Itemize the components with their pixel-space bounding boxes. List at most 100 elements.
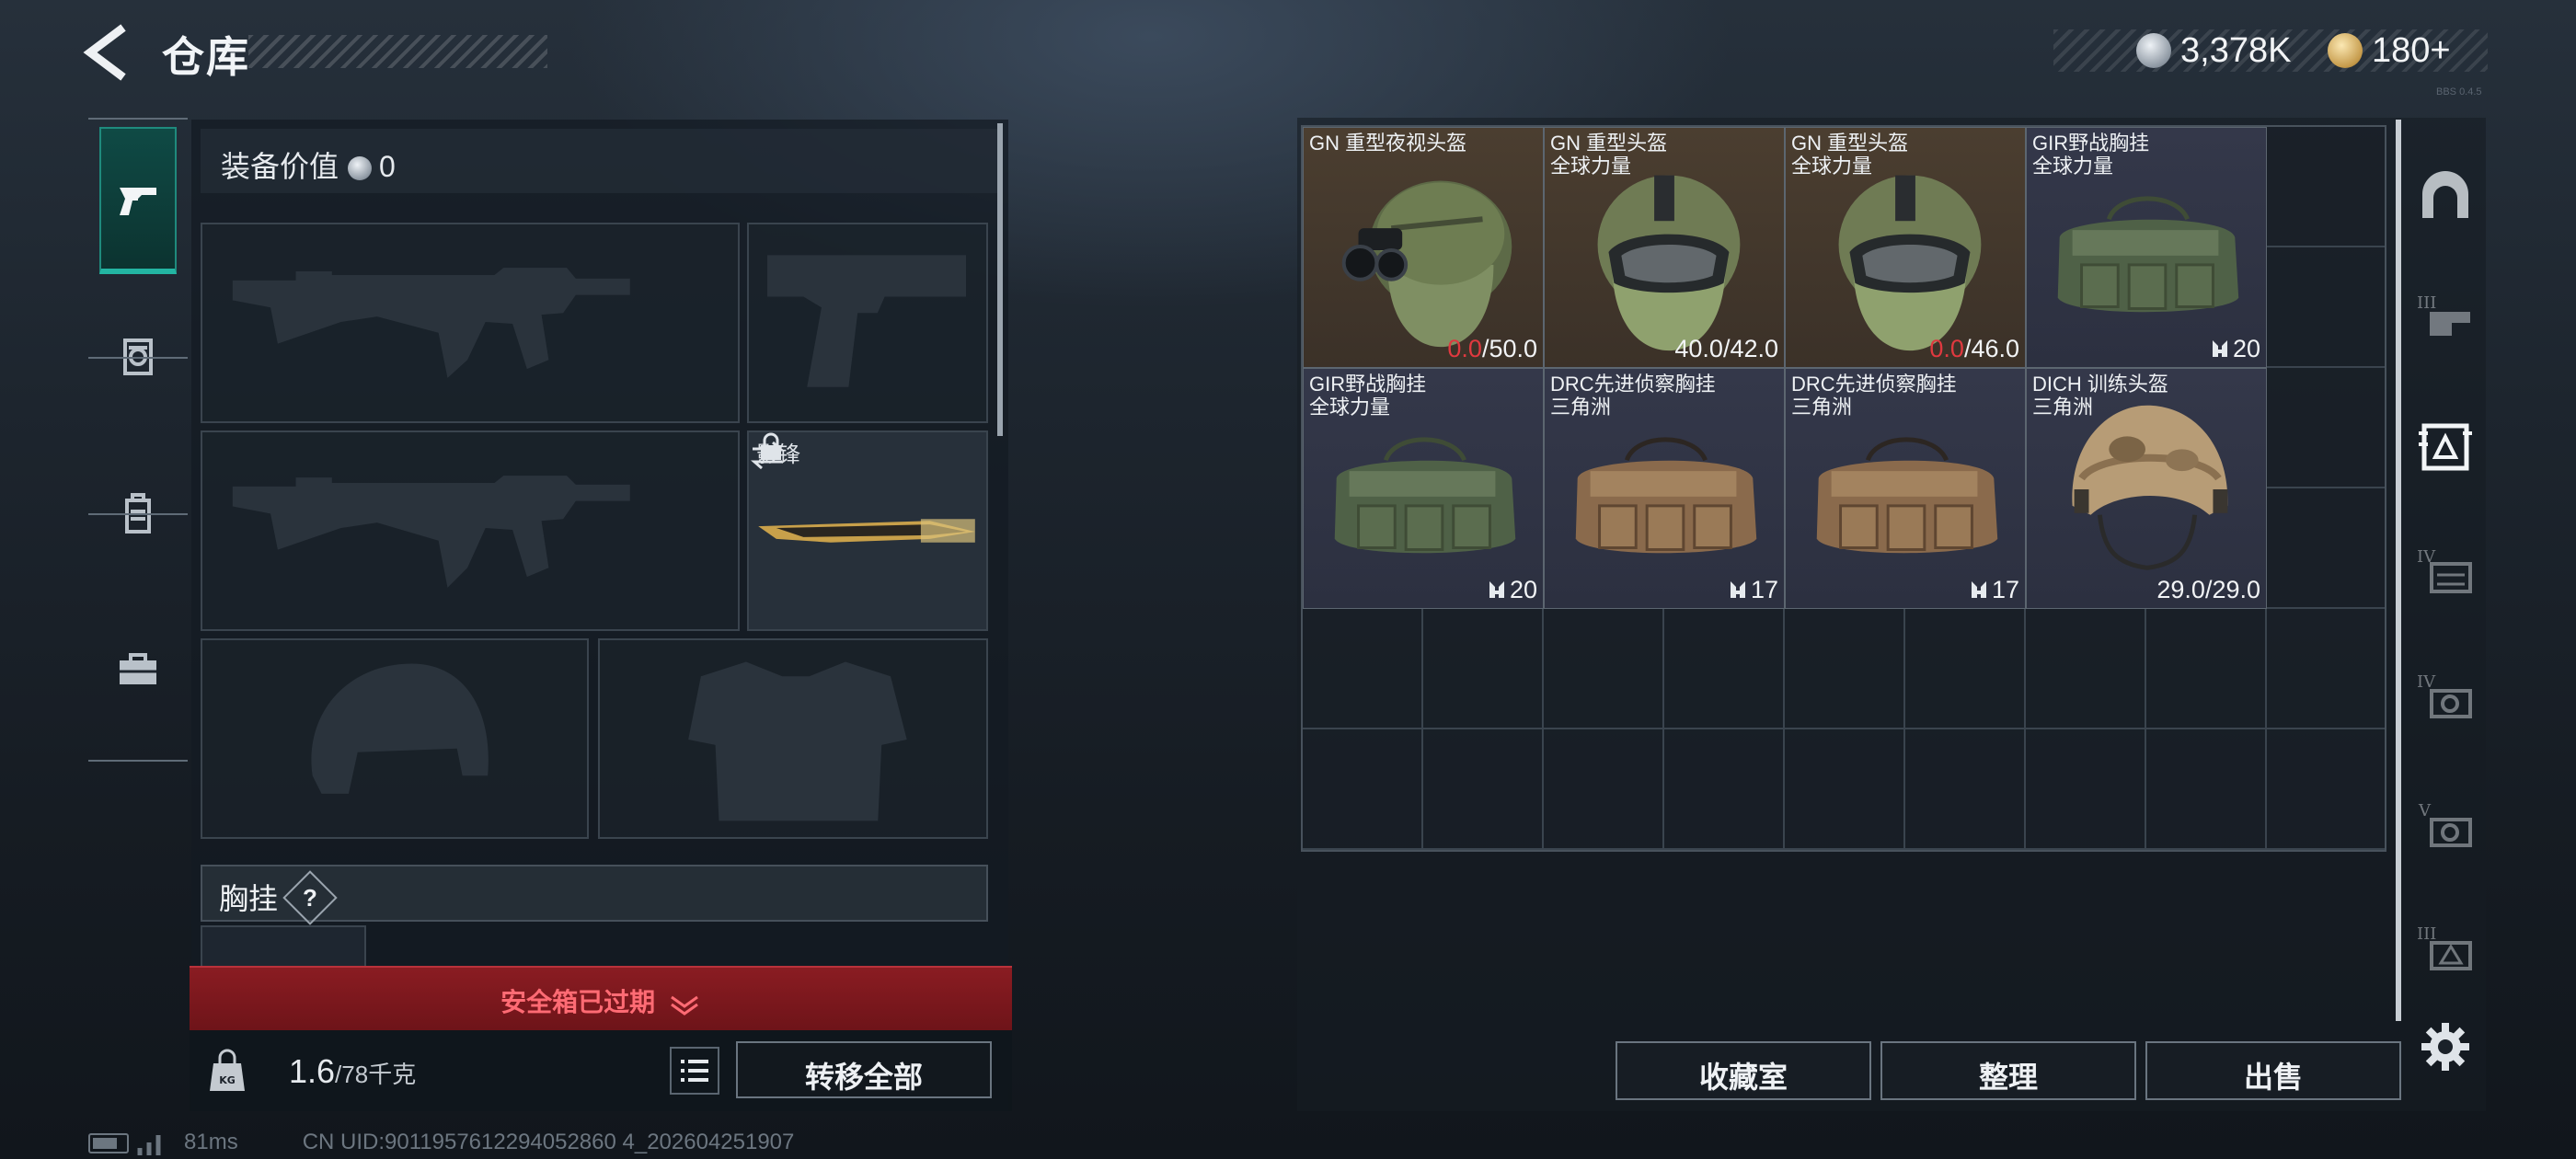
stash-item[interactable]: GIR野战胸挂 全球力量 20 bbox=[1303, 368, 1544, 609]
container-icon bbox=[2419, 423, 2472, 471]
item-capacity: 20 bbox=[1488, 576, 1537, 604]
rifle-silhouette-icon bbox=[232, 268, 630, 378]
helmet-slot[interactable] bbox=[201, 638, 589, 839]
capacity-icon bbox=[1730, 581, 1745, 598]
capacity-icon bbox=[1489, 581, 1504, 598]
stash-item[interactable]: GN 重型头盔 全球力量 0.0/46.0 bbox=[1785, 127, 2026, 368]
status-bar: 81ms CN UID:9011957612294052860 4_2026042… bbox=[88, 1130, 794, 1155]
item-name: GIR野战胸挂 bbox=[1309, 373, 1427, 396]
safe-box-expired-banner[interactable]: 安全箱已过期 bbox=[190, 966, 1012, 1030]
transfer-all-button[interactable]: 转移全部 bbox=[736, 1041, 992, 1098]
pistol-icon bbox=[120, 188, 156, 215]
item-capacity: 17 bbox=[1970, 576, 2019, 604]
armor-silhouette-icon bbox=[688, 661, 907, 821]
loadout-scrollbar[interactable] bbox=[997, 123, 1003, 436]
gold-coin-icon bbox=[2328, 33, 2363, 68]
item-capacity: 20 bbox=[2211, 335, 2260, 363]
stash-category-nav: III IV IV V III bbox=[2396, 120, 2486, 1021]
item-durability: 0.0/50.0 bbox=[1447, 335, 1537, 362]
svg-text:IV: IV bbox=[2417, 672, 2436, 692]
helmet-silhouette-icon bbox=[311, 663, 489, 794]
coin-icon bbox=[348, 156, 373, 180]
svg-text:III: III bbox=[2417, 924, 2436, 944]
svg-text:III: III bbox=[2417, 293, 2436, 313]
item-name: GN 重型头盔 bbox=[1791, 132, 1909, 155]
left-nav bbox=[88, 118, 188, 762]
body-armor-slot[interactable] bbox=[598, 638, 988, 839]
stash-item[interactable]: GN 重型头盔 全球力量 40.0/42.0 bbox=[1544, 127, 1785, 368]
tier-5-icon: V bbox=[2418, 801, 2472, 847]
item-faction: 三角洲 bbox=[1791, 396, 1853, 419]
gold-currency-amount[interactable]: 180+ bbox=[2372, 31, 2451, 71]
category-tier3-tab[interactable]: III bbox=[2409, 278, 2482, 351]
help-icon[interactable]: ? bbox=[282, 869, 338, 925]
equip-value-amount: 0 bbox=[379, 150, 396, 183]
back-arrow-icon[interactable] bbox=[81, 22, 136, 83]
weight-current: 1.6 bbox=[289, 1052, 336, 1090]
primary-weapon-slot[interactable] bbox=[201, 223, 740, 423]
equip-value-row: 装备价值 0 bbox=[201, 129, 997, 193]
category-tier6-tab[interactable]: III bbox=[2409, 911, 2482, 984]
weight-bag-icon: KG bbox=[210, 1049, 245, 1091]
category-container-tab[interactable] bbox=[2409, 410, 2482, 484]
list-icon bbox=[681, 1060, 708, 1082]
item-name: DICH 训练头盔 bbox=[2032, 373, 2168, 396]
loadout-footer: KG 1.6/78千克 转移全部 bbox=[190, 1030, 1012, 1111]
capacity-icon bbox=[2212, 340, 2227, 357]
settings-gear-icon[interactable] bbox=[2420, 1021, 2471, 1073]
signal-icon bbox=[137, 1134, 161, 1155]
category-tier4b-tab[interactable]: IV bbox=[2409, 659, 2482, 732]
tier-4-icon: IV bbox=[2417, 547, 2472, 593]
nav-divider bbox=[88, 513, 188, 515]
chest-rig-slot[interactable] bbox=[201, 925, 366, 970]
sell-button[interactable]: 出售 bbox=[2145, 1041, 2401, 1100]
stash-grid[interactable]: GN 重型夜视头盔 0.0/50.0 GN 重型头盔 全球力量 40.0/42.… bbox=[1301, 125, 2386, 852]
tier-3-icon: III bbox=[2417, 293, 2470, 336]
title-stripes bbox=[248, 35, 547, 68]
chevron-down-icon bbox=[671, 995, 698, 1016]
nav-briefcase-tab[interactable] bbox=[99, 596, 177, 743]
equip-value-label: 装备价值 bbox=[221, 150, 339, 183]
item-name: DRC先进侦察胸挂 bbox=[1550, 373, 1716, 396]
secondary-rifle-slot[interactable] bbox=[201, 430, 740, 631]
silver-coin-icon bbox=[2136, 33, 2171, 68]
item-faction: 全球力量 bbox=[1791, 155, 1873, 178]
battery-icon bbox=[88, 1132, 129, 1153]
pistol-silhouette-icon bbox=[767, 255, 966, 387]
chest-rig-label: 胸挂 bbox=[219, 882, 279, 915]
lock-icon bbox=[761, 432, 781, 460]
tier-4-gear-icon: IV bbox=[2417, 672, 2472, 718]
stash-item[interactable]: GN 重型夜视头盔 0.0/50.0 bbox=[1303, 127, 1544, 368]
stash-item[interactable]: DRC先进侦察胸挂 三角洲 17 bbox=[1544, 368, 1785, 609]
stash-item[interactable]: DRC先进侦察胸挂 三角洲 17 bbox=[1785, 368, 2026, 609]
capacity-icon bbox=[1971, 581, 1986, 598]
collection-room-button[interactable]: 收藏室 bbox=[1616, 1041, 1871, 1100]
nav-divider bbox=[88, 118, 188, 120]
nav-divider bbox=[88, 357, 188, 359]
knife-icon bbox=[758, 519, 975, 543]
melee-weapon-slot[interactable]: 影锋 bbox=[747, 430, 988, 631]
item-name: GN 重型头盔 bbox=[1550, 132, 1668, 155]
svg-text:V: V bbox=[2418, 801, 2432, 820]
item-name: GIR野战胸挂 bbox=[2032, 132, 2150, 155]
version-label: BBS 0.4.5 bbox=[2436, 86, 2482, 98]
stash-item[interactable]: DICH 训练头盔 三角洲 29.0/29.0 bbox=[2026, 368, 2267, 609]
weight-max: /78千克 bbox=[335, 1061, 417, 1088]
list-view-button[interactable] bbox=[670, 1047, 719, 1095]
sort-button[interactable]: 整理 bbox=[1880, 1041, 2136, 1100]
category-tier5-tab[interactable]: V bbox=[2409, 787, 2482, 861]
item-durability: 40.0/42.0 bbox=[1674, 335, 1778, 362]
category-tier4-tab[interactable]: IV bbox=[2409, 534, 2482, 607]
item-durability: 0.0/46.0 bbox=[1929, 335, 2019, 362]
nav-weapons-tab[interactable] bbox=[99, 127, 177, 274]
item-durability: 29.0/29.0 bbox=[2156, 576, 2260, 603]
item-faction: 三角洲 bbox=[2032, 396, 2094, 419]
uid-label: CN UID:9011957612294052860 4_20260425190… bbox=[302, 1130, 795, 1154]
shelter-icon bbox=[2422, 171, 2468, 218]
category-all-tab[interactable] bbox=[2409, 158, 2482, 232]
item-faction: 三角洲 bbox=[1550, 396, 1612, 419]
secondary-weapon-slot[interactable] bbox=[747, 223, 988, 423]
tier-6-icon: III bbox=[2417, 924, 2472, 970]
item-name: DRC先进侦察胸挂 bbox=[1791, 373, 1957, 396]
stash-item[interactable]: GIR野战胸挂 全球力量 20 bbox=[2026, 127, 2267, 368]
